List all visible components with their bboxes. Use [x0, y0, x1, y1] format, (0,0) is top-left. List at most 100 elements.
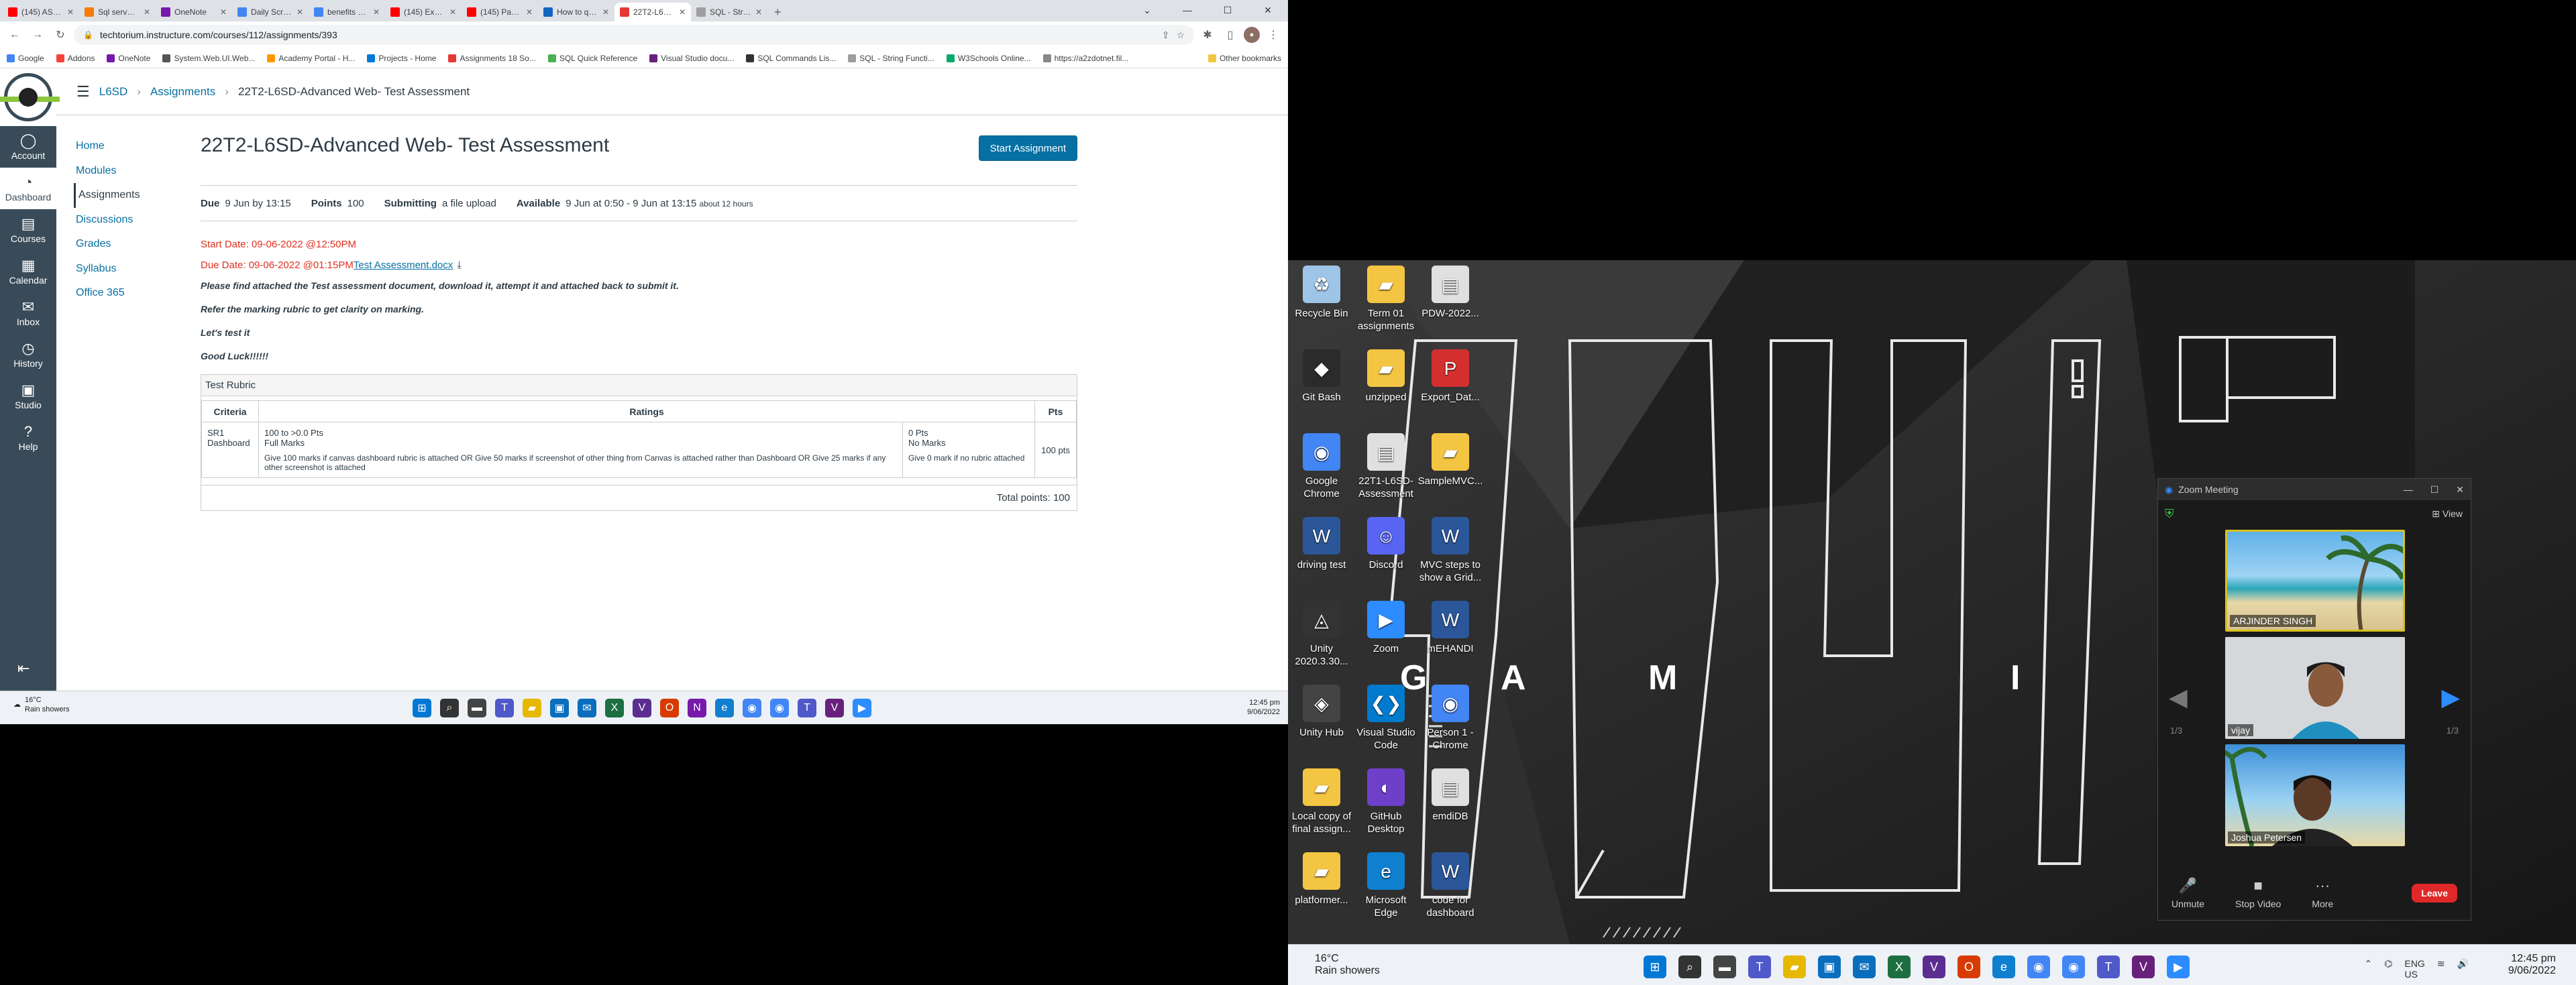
tab-close-icon[interactable]: ✕ [449, 7, 456, 17]
chrome-icon[interactable]: ◉ [770, 699, 789, 717]
global-nav-dashboard[interactable]: ◔ Dashboard [0, 168, 56, 209]
course-nav-discussions[interactable]: Discussions [76, 208, 190, 233]
collapse-nav-icon[interactable]: ⇤ [17, 660, 30, 677]
folder-icon[interactable]: ▰ [523, 699, 541, 717]
global-nav-inbox[interactable]: ✉ Inbox [0, 292, 56, 334]
edge-icon[interactable]: e [715, 699, 734, 717]
bookmark-item[interactable]: Visual Studio docu... [649, 54, 734, 63]
course-nav-modules[interactable]: Modules [76, 159, 190, 184]
attachment-link[interactable]: Test Assessment.docx [354, 259, 453, 271]
tab-close-icon[interactable]: ✕ [755, 7, 762, 17]
windows-start-icon[interactable]: ⊞ [413, 699, 431, 717]
institution-logo[interactable] [0, 68, 60, 126]
reload-icon[interactable]: ↻ [51, 25, 70, 44]
store-icon[interactable]: ▣ [550, 699, 569, 717]
zoom-icon[interactable]: ▶ [853, 699, 871, 717]
desktop-icon[interactable]: ◆ Git Bash [1289, 349, 1354, 404]
desktop-icon[interactable]: W MVC steps to show a Grid... [1418, 517, 1483, 584]
bookmark-item[interactable]: Projects - Home [367, 54, 436, 63]
tab-close-icon[interactable]: ✕ [602, 7, 609, 17]
tab-close-icon[interactable]: ✕ [526, 7, 533, 17]
teams-icon[interactable]: T [2097, 955, 2120, 978]
file-explorer-icon[interactable]: ▬ [468, 699, 486, 717]
teams-icon[interactable]: T [798, 699, 816, 717]
previous-page-arrow-icon[interactable]: ◀ [2169, 683, 2188, 711]
taskbar-clock[interactable]: 12:45 pm 9/06/2022 [1247, 698, 1280, 717]
close-icon[interactable]: ✕ [1248, 0, 1288, 20]
excel-icon[interactable]: X [605, 699, 624, 717]
desktop-icon[interactable]: ◉ Person 1 - Chrome [1418, 685, 1483, 752]
global-nav-calendar[interactable]: ▦ Calendar [0, 251, 56, 292]
url-input[interactable]: 🔒 techtorium.instructure.com/courses/112… [74, 25, 1194, 45]
browser-tab[interactable]: Daily Scrum Meeti... ✕ [232, 3, 309, 21]
minimize-icon[interactable]: — [1167, 0, 1208, 20]
global-nav-studio[interactable]: ▣ Studio [0, 375, 56, 417]
desktop-icon[interactable]: ◉ Google Chrome [1289, 433, 1354, 500]
desktop-icon[interactable]: ▰ Term 01 assignments [1354, 266, 1418, 333]
bookmark-item[interactable]: SQL - String Functi... [848, 54, 934, 63]
desktop-icon[interactable]: ◐ GitHub Desktop [1354, 768, 1418, 835]
bookmark-item[interactable]: https://a2zdotnet.fil... [1042, 54, 1128, 63]
onenote-icon[interactable]: N [688, 699, 706, 717]
desktop-icon[interactable]: ▤ PDW-2022... [1418, 266, 1483, 320]
extensions-icon[interactable]: ✱ [1198, 25, 1217, 44]
edge-icon[interactable]: e [1992, 955, 2015, 978]
wifi-icon[interactable]: ≋ [2437, 958, 2445, 980]
start-assignment-button[interactable]: Start Assignment [978, 135, 1077, 161]
hamburger-menu-icon[interactable]: ☰ [76, 83, 90, 101]
tab-close-icon[interactable]: ✕ [67, 7, 74, 17]
forward-arrow-icon[interactable]: → [28, 25, 47, 44]
global-nav-account[interactable]: ◯ Account [0, 126, 56, 168]
back-arrow-icon[interactable]: ← [5, 25, 24, 44]
more-button[interactable]: ··· More [2312, 877, 2333, 909]
store-icon[interactable]: ▣ [1818, 955, 1841, 978]
visual-studio-icon[interactable]: V [825, 699, 844, 717]
system-tray[interactable]: ⌃ ⌬ ENG US ≋ 🔊 [2365, 958, 2469, 980]
browser-tab[interactable]: How to query mul... ✕ [538, 3, 614, 21]
course-nav-assignments[interactable]: Assignments [74, 183, 190, 208]
desktop-icon[interactable]: ▶ Zoom [1354, 601, 1418, 655]
desktop-icon[interactable]: P Export_Dat... [1418, 349, 1483, 404]
volume-icon[interactable]: 🔊 [2457, 958, 2469, 980]
desktop-icon[interactable]: ▤ emdiDB [1418, 768, 1483, 823]
office-icon[interactable]: O [1957, 955, 1980, 978]
tab-close-icon[interactable]: ✕ [373, 7, 380, 17]
bookmark-item[interactable]: Assignments 18 So... [448, 54, 536, 63]
mail-icon[interactable]: ✉ [1853, 955, 1876, 978]
breadcrumb-assignments-link[interactable]: Assignments [150, 85, 215, 99]
bookmark-item[interactable]: Academy Portal - H... [267, 54, 355, 63]
tab-close-icon[interactable]: ✕ [679, 7, 686, 17]
desktop-icon[interactable]: ▤ 22T1-L6SD-Assessment [1354, 433, 1418, 500]
new-tab-button[interactable]: + [767, 3, 788, 21]
desktop-icon[interactable]: ☺ Discord [1354, 517, 1418, 571]
taskbar-clock[interactable]: 12:45 pm 9/06/2022 [2508, 953, 2556, 977]
participant-video[interactable]: Joshua Petersen [2225, 744, 2405, 846]
course-nav-office-365[interactable]: Office 365 [76, 281, 190, 306]
zoom-icon[interactable]: ▶ [2167, 955, 2190, 978]
chrome-icon[interactable]: ◉ [2062, 955, 2085, 978]
folder-icon[interactable]: ▰ [1783, 955, 1806, 978]
desktop-icon[interactable]: e Microsoft Edge [1354, 852, 1418, 919]
bookmark-item[interactable]: SQL Quick Reference [547, 54, 637, 63]
visual-studio-icon[interactable]: V [2132, 955, 2155, 978]
zoom-meeting-window[interactable]: ◉ Zoom Meeting — ☐ ✕ ⛨ ⊞ View ARJINDER SIN… [2157, 478, 2471, 921]
visual-studio-icon[interactable]: V [1923, 955, 1945, 978]
other-bookmarks[interactable]: Other bookmarks [1208, 54, 1281, 63]
tab-close-icon[interactable]: ✕ [297, 7, 303, 17]
chrome-icon[interactable]: ◉ [2027, 955, 2050, 978]
browser-tab[interactable]: SQL - String Functi... ✕ [691, 3, 767, 21]
bookmark-item[interactable]: System.Web.UI.Web... [162, 54, 255, 63]
bookmark-item[interactable]: OneNote [107, 54, 150, 63]
course-nav-syllabus[interactable]: Syllabus [76, 257, 190, 282]
desktop-icon[interactable]: ◈ Unity Hub [1289, 685, 1354, 739]
search-icon[interactable]: ⌕ [1678, 955, 1701, 978]
global-nav-courses[interactable]: ▤ Courses [0, 209, 56, 251]
course-nav-home[interactable]: Home [76, 134, 190, 159]
bookmark-item[interactable]: Addons [56, 54, 95, 63]
excel-icon[interactable]: X [1888, 955, 1911, 978]
bookmark-item[interactable]: W3Schools Online... [946, 54, 1031, 63]
teams-icon[interactable]: T [495, 699, 514, 717]
desktop-icon[interactable]: ❮❯ Visual Studio Code [1354, 685, 1418, 752]
browser-tab[interactable]: 22T2-L6SD-Advan... ✕ [614, 3, 691, 21]
close-icon[interactable]: ✕ [2456, 484, 2464, 496]
